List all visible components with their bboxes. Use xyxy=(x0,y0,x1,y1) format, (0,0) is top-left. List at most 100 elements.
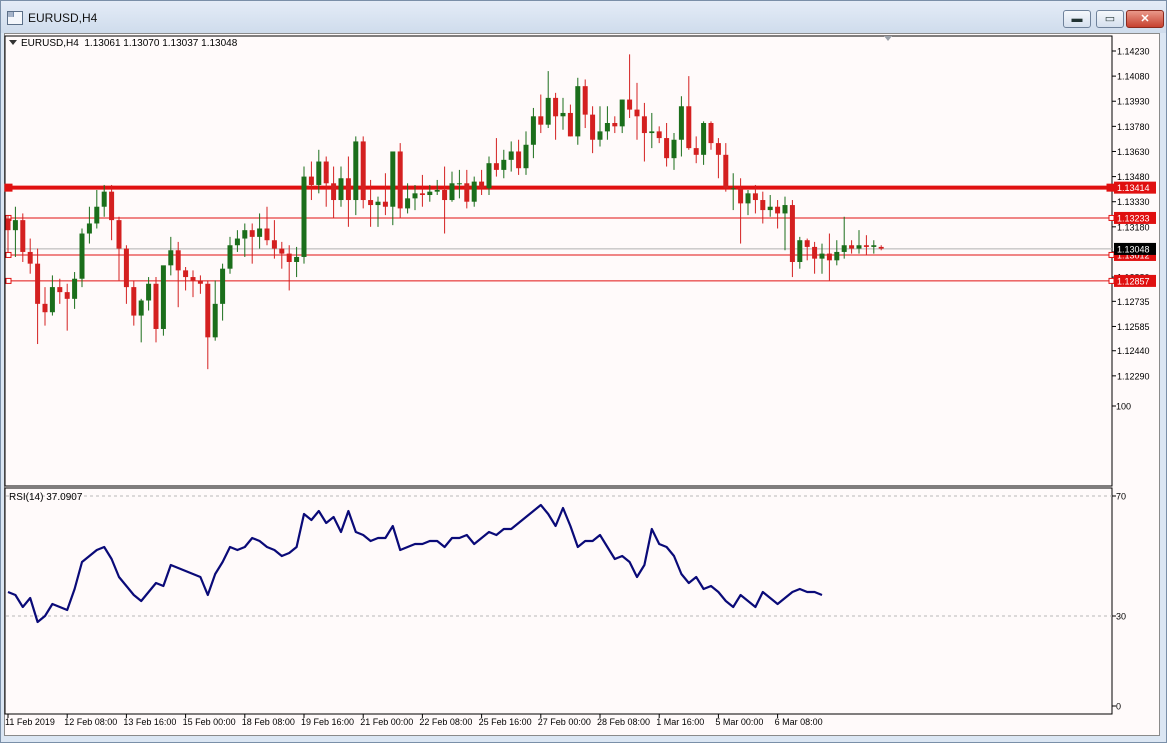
price-axis-label: 1.13780 xyxy=(1117,122,1150,132)
bear-candle xyxy=(656,131,662,139)
bull-candle xyxy=(79,233,85,279)
bear-candle xyxy=(5,218,11,231)
price-axis-label: 1.12440 xyxy=(1117,346,1150,356)
bear-candle xyxy=(175,250,181,271)
bull-candle xyxy=(797,240,803,262)
bear-candle xyxy=(286,253,292,262)
bull-candle xyxy=(338,178,344,201)
bull-candle xyxy=(671,139,677,159)
bear-candle xyxy=(42,303,48,313)
bull-candle xyxy=(597,131,603,140)
bull-candle xyxy=(649,131,655,134)
price-axis-label: 1.13330 xyxy=(1117,197,1150,207)
bear-candle xyxy=(153,283,159,329)
level-anchor-marker xyxy=(1108,251,1115,258)
bear-candle xyxy=(553,97,559,117)
bear-candle xyxy=(264,228,270,241)
time-axis-label: 15 Feb 00:00 xyxy=(183,717,236,727)
bear-candle xyxy=(479,181,485,189)
bull-candle xyxy=(619,99,625,127)
bull-candle xyxy=(560,112,566,117)
level-anchor-marker xyxy=(5,277,12,284)
bull-candle xyxy=(220,268,226,304)
bull-candle xyxy=(390,151,396,207)
bear-candle xyxy=(804,240,810,247)
bull-candle xyxy=(49,287,55,313)
time-axis-label: 21 Feb 00:00 xyxy=(360,717,413,727)
bull-candle xyxy=(138,300,144,316)
price-axis-label: 1.12290 xyxy=(1117,371,1150,381)
rsi-axis-label: 30 xyxy=(1116,612,1126,622)
price-axis-label: 1.12735 xyxy=(1117,297,1150,307)
price-axis-label: 1.13630 xyxy=(1117,147,1150,157)
bull-candle xyxy=(508,151,514,160)
time-axis-label: 12 Feb 08:00 xyxy=(64,717,117,727)
bull-candle xyxy=(234,238,240,246)
time-axis-label: 13 Feb 16:00 xyxy=(123,717,176,727)
bull-candle xyxy=(316,161,322,185)
bear-candle xyxy=(419,193,425,196)
bear-candle xyxy=(760,200,766,211)
bear-candle xyxy=(634,109,640,117)
bull-candle xyxy=(294,256,300,262)
bear-candle xyxy=(205,283,211,338)
chart-info-header: EURUSD,H4 1.13061 1.13070 1.13037 1.1304… xyxy=(9,38,237,49)
level-anchor-marker xyxy=(1108,277,1115,284)
bull-candle xyxy=(94,206,100,224)
bear-candle xyxy=(789,205,795,262)
bull-candle xyxy=(782,205,788,214)
rsi-axis-label: 0 xyxy=(1116,702,1121,712)
bull-candle xyxy=(471,181,477,202)
bear-candle xyxy=(331,183,337,201)
bear-candle xyxy=(442,189,448,201)
bull-candle xyxy=(168,250,174,266)
level-price-label: 1.13414 xyxy=(1117,183,1150,193)
bull-candle xyxy=(730,188,736,190)
rsi-header: RSI(14) 37.0907 xyxy=(9,492,83,503)
bear-candle xyxy=(64,292,70,299)
bull-candle xyxy=(146,283,152,301)
time-axis-label: 18 Feb 08:00 xyxy=(242,717,295,727)
bull-candle xyxy=(86,223,92,234)
bear-candle xyxy=(360,141,366,201)
bear-candle xyxy=(849,245,855,249)
time-axis-label: 25 Feb 16:00 xyxy=(479,717,532,727)
bear-candle xyxy=(271,240,277,249)
bear-candle xyxy=(878,246,884,249)
time-axis-label: 6 Mar 08:00 xyxy=(775,717,823,727)
bull-candle xyxy=(212,303,218,338)
bear-candle xyxy=(131,287,137,316)
bull-candle xyxy=(767,206,773,211)
bull-candle xyxy=(227,245,233,269)
bear-candle xyxy=(116,220,122,249)
bear-candle xyxy=(27,251,33,264)
price-and-rsi-chart[interactable]: 1.14230 1.14080 1.13930 1.13780 1.13630 1.134… xyxy=(0,0,1167,743)
price-axis-label: 1.12585 xyxy=(1117,322,1150,332)
bear-candle xyxy=(368,200,374,206)
bear-candle xyxy=(493,163,499,170)
bear-candle xyxy=(664,138,670,159)
bull-candle xyxy=(412,193,418,199)
bear-candle xyxy=(752,193,758,201)
bear-candle xyxy=(641,116,647,134)
bear-candle xyxy=(516,151,522,169)
bear-candle xyxy=(382,201,388,207)
bull-candle xyxy=(701,123,707,155)
ohlc-values: 1.13061 1.13070 1.13037 1.13048 xyxy=(84,38,238,49)
bull-candle xyxy=(871,245,877,247)
bear-candle xyxy=(323,161,329,184)
bull-candle xyxy=(101,191,107,207)
collapse-triangle-icon[interactable] xyxy=(9,40,17,45)
bull-candle xyxy=(745,193,751,204)
bear-candle xyxy=(693,148,699,155)
symbol-label: EURUSD,H4 xyxy=(21,38,79,49)
price-axis-label: 1.13930 xyxy=(1117,97,1150,107)
bear-candle xyxy=(715,143,721,155)
bull-candle xyxy=(257,228,263,237)
bear-candle xyxy=(464,183,470,202)
bull-candle xyxy=(427,191,433,196)
bull-candle xyxy=(12,220,18,231)
bull-candle xyxy=(353,141,359,201)
bull-candle xyxy=(819,253,825,259)
current-price-label: 1.13048 xyxy=(1117,244,1150,254)
